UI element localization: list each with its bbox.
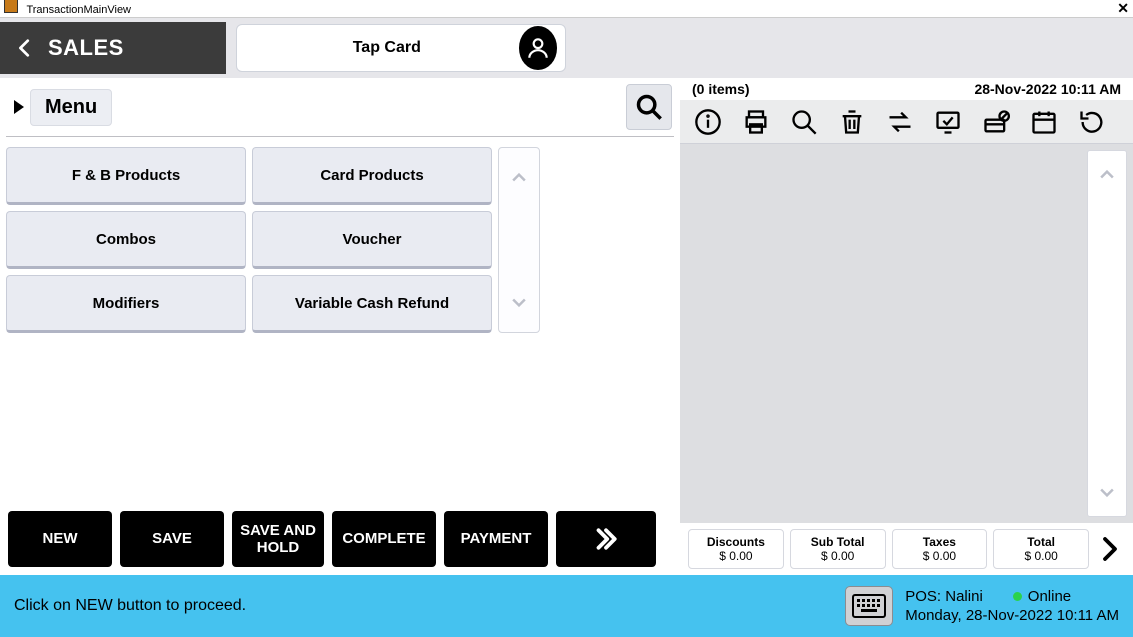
search-button[interactable]: [626, 84, 672, 130]
category-button[interactable]: Variable Cash Refund: [252, 275, 492, 333]
close-icon[interactable]: ✕: [1117, 0, 1129, 17]
complete-button[interactable]: COMPLETE: [332, 511, 436, 567]
ticket-timestamp: 28-Nov-2022 10:11 AM: [974, 81, 1121, 97]
window-titlebar: TransactionMainView ✕: [0, 0, 1133, 18]
undo-icon[interactable]: [1078, 108, 1106, 136]
chevron-down-icon: [1097, 482, 1117, 502]
totals-row: Discounts $ 0.00 Sub Total $ 0.00 Taxes …: [680, 523, 1133, 575]
chevron-double-right-icon: [591, 524, 621, 554]
sales-tab[interactable]: SALES: [0, 22, 226, 74]
back-icon: [14, 37, 36, 59]
chevron-up-icon: [1097, 165, 1117, 185]
category-button[interactable]: Modifiers: [6, 275, 246, 333]
user-icon: [519, 26, 557, 70]
subtotal-card: Sub Total $ 0.00: [790, 529, 886, 569]
chevron-up-icon: [509, 168, 529, 188]
status-block: POS: Nalini Online Monday, 28-Nov-2022 1…: [905, 587, 1119, 626]
tap-card-box[interactable]: Tap Card: [236, 24, 566, 72]
online-label: Online: [1028, 588, 1071, 605]
monitor-check-icon[interactable]: [934, 108, 962, 136]
trash-icon[interactable]: [838, 108, 866, 136]
ticket-panel: (0 items) 28-Nov-2022 10:11 AM: [680, 78, 1133, 575]
print-icon[interactable]: [742, 108, 770, 136]
app-icon: [4, 0, 18, 13]
chevron-down-icon: [509, 292, 529, 312]
total-card: Total $ 0.00: [993, 529, 1089, 569]
category-scrollbar[interactable]: [498, 147, 540, 333]
transfer-icon[interactable]: [886, 108, 914, 136]
calendar-icon[interactable]: [1030, 108, 1058, 136]
taxes-card: Taxes $ 0.00: [892, 529, 988, 569]
discounts-card: Discounts $ 0.00: [688, 529, 784, 569]
ticket-scrollbar[interactable]: [1087, 150, 1127, 517]
status-bar: Click on NEW button to proceed. POS: Nal…: [0, 575, 1133, 637]
new-button[interactable]: NEW: [8, 511, 112, 567]
action-bar: NEW SAVE SAVE AND HOLD COMPLETE PAYMENT: [0, 503, 680, 575]
keyboard-button[interactable]: [845, 586, 893, 626]
footer-datetime: Monday, 28-Nov-2022 10:11 AM: [905, 606, 1119, 626]
info-icon[interactable]: [694, 108, 722, 136]
category-grid: F & B Products Card Products Combos Vouc…: [0, 141, 498, 339]
menu-crumb[interactable]: Menu: [30, 89, 112, 126]
category-button[interactable]: F & B Products: [6, 147, 246, 205]
window-title: TransactionMainView: [26, 4, 131, 16]
pos-name: POS: Nalini: [905, 587, 983, 607]
ticket-lines-area: [680, 144, 1133, 523]
payment-button[interactable]: PAYMENT: [444, 511, 548, 567]
next-actions-button[interactable]: [556, 511, 656, 567]
search-icon: [635, 93, 663, 121]
items-summary: (0 items): [692, 81, 750, 97]
save-hold-button[interactable]: SAVE AND HOLD: [232, 511, 324, 567]
search-icon[interactable]: [790, 108, 818, 136]
totals-next-icon[interactable]: [1095, 534, 1125, 564]
expand-icon[interactable]: [14, 100, 24, 114]
keyboard-icon: [852, 594, 886, 618]
left-panel: Menu F & B Products Card Products Combos…: [0, 78, 680, 575]
category-button[interactable]: Voucher: [252, 211, 492, 269]
ticket-toolbar: [680, 100, 1133, 144]
no-card-icon[interactable]: [982, 108, 1010, 136]
online-dot-icon: [1013, 592, 1022, 601]
tap-card-label: Tap Card: [255, 39, 519, 57]
sales-label: SALES: [48, 35, 124, 61]
category-button[interactable]: Card Products: [252, 147, 492, 205]
hint-message: Click on NEW button to proceed.: [14, 597, 246, 615]
category-button[interactable]: Combos: [6, 211, 246, 269]
save-button[interactable]: SAVE: [120, 511, 224, 567]
top-bar: SALES Tap Card: [0, 18, 1133, 78]
